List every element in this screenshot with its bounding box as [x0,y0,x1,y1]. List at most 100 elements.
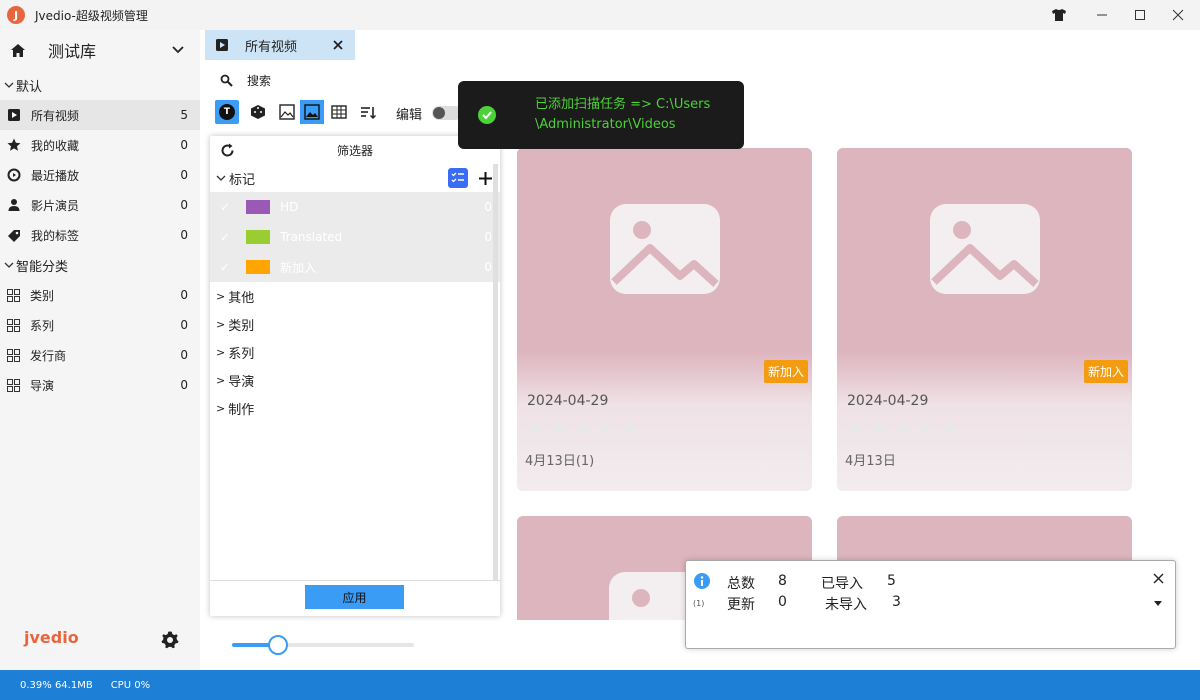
filter-group-studio[interactable]: > 制作 [210,394,500,422]
sidebar-item-actors[interactable]: 影片演员 0 [0,190,200,220]
sidebar-item-director[interactable]: 导演 0 [0,370,200,400]
tag-filter-button[interactable]: T [215,100,239,124]
close-icon[interactable] [1153,573,1164,584]
video-thumbnail [517,148,812,350]
maximize-icon [1135,10,1145,20]
filter-group-label: 导演 [228,374,255,390]
tag-color-swatch [246,260,271,274]
apply-button[interactable]: 应用 [305,585,404,609]
video-card[interactable]: 新加入 2024-04-29 ★ ★ ★ ★ ★ 4月13日(1) [517,148,812,491]
library-selector[interactable]: 测试库 [0,30,200,70]
info-icon [694,573,710,589]
sidebar-item-studio[interactable]: 发行商 0 [0,340,200,370]
t-badge-icon: T [219,104,235,120]
total-label: 总数 [727,576,755,592]
grid-icon [7,378,20,392]
filter-group-other[interactable]: > 其他 [210,282,500,310]
sort-button[interactable] [356,100,380,124]
tag-item-hd[interactable]: ✓ HD 0 [210,192,500,222]
play-icon [7,108,21,122]
image-placeholder-icon [929,204,1040,294]
rating-stars[interactable]: ★ ★ ★ ★ ★ [525,416,640,441]
sidebar-item-label: 所有视频 [31,108,80,123]
video-card[interactable]: 新加入 2024-04-29 ★ ★ ★ ★ ★ 4月13日 [837,148,1132,491]
page-indicator: (1) [693,599,705,608]
sort-icon [361,107,376,119]
tab-all-videos[interactable]: 所有视频 [205,30,355,60]
section-label: 智能分类 [16,259,69,275]
maximize-button[interactable] [1122,0,1158,30]
sidebar-item-label: 类别 [30,288,55,303]
checklist-icon[interactable] [448,168,468,188]
scan-result-popup: (1) 总数 8 已导入 5 更新 0 未导入 3 [685,560,1176,649]
table-view-button[interactable] [327,100,351,124]
chevron-down-icon [216,175,226,181]
slider-thumb[interactable] [268,635,288,655]
close-icon [333,40,343,50]
skin-button[interactable] [1041,0,1077,30]
tag-item-new[interactable]: ✓ 新加入 0 [210,252,500,282]
large-image-view-button[interactable] [300,100,324,124]
sidebar-item-series[interactable]: 系列 0 [0,310,200,340]
filter-group-series[interactable]: > 系列 [210,338,500,366]
home-icon [11,43,25,57]
play-icon [216,39,228,51]
section-default[interactable]: 默认 [0,70,200,100]
toast-line-2: \Administrator\Videos [535,117,676,132]
settings-button[interactable] [160,630,180,654]
tag-label: HD [280,200,299,214]
scrollbar[interactable] [493,164,498,580]
close-button[interactable] [1160,0,1196,30]
search-label: 搜索 [247,74,272,88]
sidebar-item-count: 0 [180,378,188,392]
rating-stars[interactable]: ★ ★ ★ ★ ★ [845,416,960,441]
sidebar-item-count: 0 [180,318,188,332]
sidebar-item-label: 影片演员 [31,198,80,213]
sidebar-item-label: 我的收藏 [31,138,80,153]
notification-toast: 已添加扫描任务 => C:\Users \Administrator\Video… [458,81,744,149]
filter-title: 筛选器 [337,143,374,158]
sidebar-item-tags[interactable]: 我的标签 0 [0,220,200,250]
minimize-button[interactable] [1084,0,1120,30]
sidebar-item-genre[interactable]: 类别 0 [0,280,200,310]
tag-item-translated[interactable]: ✓ Translated 0 [210,222,500,252]
memory-usage: 0.39% 64.1MB [20,679,93,691]
chevron-down-icon [4,262,14,268]
sidebar-item-recent[interactable]: 最近播放 0 [0,160,200,190]
check-icon: ✓ [220,200,231,214]
divider [210,580,500,581]
recent-icon [7,168,21,182]
imported-label: 已导入 [821,576,863,592]
sidebar-item-label: 系列 [30,318,55,333]
tag-color-swatch [246,200,271,214]
expand-icon[interactable] [1154,601,1162,607]
filter-group-director[interactable]: > 导演 [210,366,500,394]
filter-group-label: 类别 [228,318,255,334]
sidebar-item-count: 5 [180,108,188,122]
not-imported-value: 3 [892,594,901,610]
filter-group-tags[interactable]: 标记 [210,164,500,192]
cpu-usage: CPU 0% [110,679,151,691]
sidebar-item-favorites[interactable]: 我的收藏 0 [0,130,200,160]
sidebar-item-all-videos[interactable]: 所有视频 5 [0,100,200,130]
chevron-down-icon [4,82,14,88]
random-button[interactable] [246,100,270,124]
section-label: 默认 [16,79,43,95]
section-smart[interactable]: 智能分类 [0,250,200,280]
star-icon: ★ [916,416,936,441]
app-logo: J [7,6,25,24]
sidebar-item-count: 0 [180,348,188,362]
check-circle-icon [478,106,496,124]
library-name: 测试库 [48,42,97,61]
star-icon: ★ [619,416,640,441]
tag-color-swatch [246,230,271,244]
release-date: 2024-04-29 [527,393,609,409]
search-box[interactable]: 搜索 [220,72,271,89]
shirt-icon [1052,9,1066,21]
small-image-view-button[interactable] [275,100,299,124]
chevron-down-icon [172,46,184,54]
status-badge: 新加入 [764,360,809,383]
filter-group-genre[interactable]: > 类别 [210,310,500,338]
filter-group-label: 制作 [228,402,255,418]
zoom-slider[interactable] [232,635,414,655]
